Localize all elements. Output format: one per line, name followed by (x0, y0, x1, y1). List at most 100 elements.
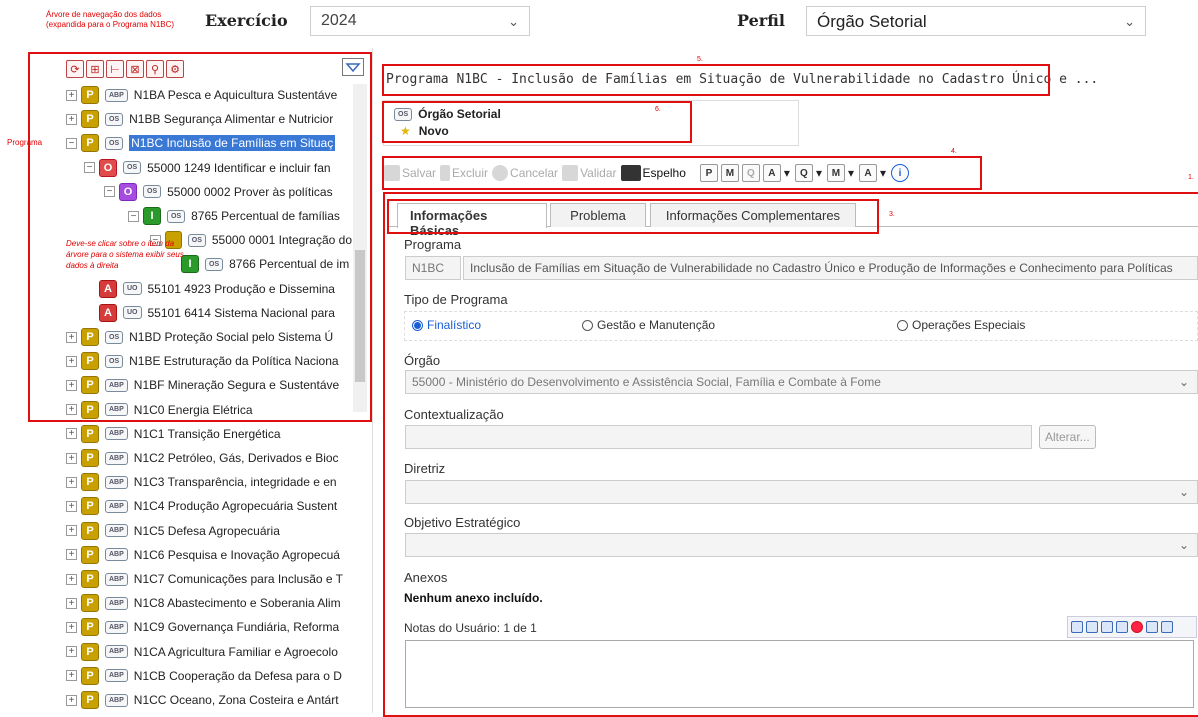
alterar-button[interactable]: Alterar... (1039, 425, 1096, 449)
mini-q2-button[interactable]: Q (794, 164, 813, 182)
tree-item-label[interactable]: 55000 0002 Prover às políticas (167, 185, 332, 199)
tree-item[interactable]: I OS 8766 Percentual de im (166, 253, 352, 275)
diretriz-select[interactable]: ⌄ (405, 480, 1198, 504)
tree-item-label[interactable]: N1BA Pesca e Aquicultura Sustentáve (134, 88, 337, 102)
tree-item-label[interactable]: N1C3 Transparência, integridade e en (134, 475, 337, 489)
tree-item[interactable]: + P ABP N1BA Pesca e Aquicultura Sustentáve (66, 84, 352, 106)
contextualizacao-field[interactable] (405, 425, 1032, 449)
radio-finalistico[interactable]: Finalístico (412, 318, 481, 332)
tree-item[interactable]: + P ABP N1C0 Energia Elétrica (66, 399, 352, 421)
tree-scrollbar-thumb[interactable] (355, 250, 365, 382)
tab-informacoes-basicas[interactable]: Informações Básicas (397, 203, 547, 238)
tab-informacoes-complementares[interactable]: Informações Complementares (650, 203, 856, 227)
tree-item-label[interactable]: N1C6 Pesquisa e Inovação Agropecuá (134, 548, 340, 562)
tree-item[interactable]: + P OS N1BE Estruturação da Política Nacion… (66, 350, 352, 372)
tree-item[interactable]: + P ABP N1BF Mineração Segura e Sustentáve (66, 374, 352, 396)
tree-item-label[interactable]: N1CA Agricultura Familiar e Agroecolo (134, 645, 338, 659)
tree-item[interactable]: + P OS N1BB Segurança Alimentar e Nutricior (66, 108, 352, 130)
expand-icon[interactable]: + (66, 525, 77, 537)
tree-item-label[interactable]: N1C5 Defesa Agropecuária (134, 524, 280, 538)
expand-icon[interactable]: + (66, 646, 77, 658)
programa-code-field[interactable]: N1BC (405, 256, 461, 280)
expand-icon[interactable]: + (66, 573, 77, 585)
tree-item-label[interactable]: N1C4 Produção Agropecuária Sustent (134, 499, 337, 513)
tree-item-label[interactable]: N1BD Proteção Social pelo Sistema Ú (129, 330, 333, 344)
refresh-icon[interactable]: ⟳ (66, 60, 84, 78)
collapse-icon[interactable]: − (84, 162, 95, 174)
collapse-icon[interactable]: − (66, 137, 77, 149)
expand-icon[interactable]: + (66, 694, 77, 706)
tree-item[interactable]: − O OS 55000 0002 Prover às políticas (104, 181, 352, 203)
tree-item-label[interactable]: N1BF Mineração Segura e Sustentáve (134, 378, 339, 392)
expand-icon[interactable]: + (66, 331, 77, 343)
tree-item-label[interactable]: N1BC Inclusão de Famílias em Situaç (129, 135, 336, 152)
tree-item[interactable]: + P ABP N1C6 Pesquisa e Inovação Agropecuá (66, 544, 352, 566)
radio-gestao-manutencao[interactable]: Gestão e Manutenção (582, 318, 715, 332)
excluir-button[interactable]: Excluir (440, 165, 488, 181)
tree-item-label[interactable]: 8765 Percentual de famílias (191, 209, 340, 223)
search-icon[interactable]: ⚲ (146, 60, 164, 78)
expand-icon[interactable]: + (66, 355, 77, 367)
tree-item[interactable]: + P ABP N1C9 Governança Fundiária, Reforma (66, 616, 352, 638)
tree-item[interactable]: + P ABP N1C3 Transparência, integridade e e… (66, 471, 352, 493)
tree-item-label[interactable]: N1C2 Petróleo, Gás, Derivados e Bioc (134, 451, 339, 465)
tree-item[interactable]: + P ABP N1C1 Transição Energética (66, 423, 352, 445)
perfil-select[interactable]: Órgão Setorial ⌄ (806, 6, 1146, 36)
validar-button[interactable]: Validar (562, 165, 617, 181)
tree-item[interactable]: − O OS 55000 1249 Identificar e incluir fan (84, 157, 352, 179)
gear-icon[interactable]: ⚙ (166, 60, 184, 78)
expand-icon[interactable]: + (66, 549, 77, 561)
tree-item-label[interactable]: N1C7 Comunicações para Inclusão e T (134, 572, 343, 586)
filter-icon[interactable]: ⊠ (126, 60, 144, 78)
tree-item[interactable]: + P OS N1BD Proteção Social pelo Sistema Ú (66, 326, 352, 348)
expand-icon[interactable]: + (66, 670, 77, 682)
hierarchy-icon[interactable]: ⊞ (86, 60, 104, 78)
tree-item-label[interactable]: 55101 4923 Produção e Dissemina (148, 282, 335, 296)
mini-m2-button[interactable]: M (826, 164, 845, 182)
cancelar-button[interactable]: Cancelar (492, 165, 558, 181)
programa-name-field[interactable]: Inclusão de Famílias em Situação de Vuln… (463, 256, 1198, 280)
collapse-icon[interactable]: − (128, 210, 139, 222)
prev-icon[interactable] (1086, 621, 1098, 633)
objetivo-estrategico-select[interactable]: ⌄ (405, 533, 1198, 557)
tree-item-label[interactable]: 55000 1249 Identificar e incluir fan (147, 161, 330, 175)
tree-item[interactable]: + P ABP N1CB Cooperação da Defesa para o D (66, 665, 352, 687)
expand-icon[interactable]: + (66, 597, 77, 609)
info-icon[interactable]: i (891, 164, 910, 182)
last-icon[interactable] (1161, 621, 1173, 633)
tree-item-label[interactable]: N1C9 Governança Fundiária, Reforma (134, 620, 339, 634)
next-icon[interactable] (1146, 621, 1158, 633)
tree-item-label[interactable]: N1CB Cooperação da Defesa para o D (134, 669, 342, 683)
tree-icon[interactable]: ⊢ (106, 60, 124, 78)
tree-item[interactable]: + P ABP N1CA Agricultura Familiar e Agroeco… (66, 641, 352, 663)
tab-problema[interactable]: Problema (550, 203, 646, 227)
tree-item-label[interactable]: N1C8 Abastecimento e Soberania Alim (134, 596, 341, 610)
expand-icon[interactable]: + (66, 89, 77, 101)
tree-item[interactable]: + P ABP N1C4 Produção Agropecuária Sustent (66, 495, 352, 517)
mini-a2-button[interactable]: A (859, 164, 877, 182)
expand-icon[interactable]: + (66, 452, 77, 464)
espelho-button[interactable]: Espelho (620, 165, 686, 181)
first-icon[interactable] (1071, 621, 1083, 633)
tree-item-label[interactable]: N1BE Estruturação da Política Naciona (129, 354, 338, 368)
tree-item-label[interactable]: 55000 0001 Integração do (212, 233, 352, 247)
tree-item[interactable]: A UO 55101 4923 Produção e Dissemina (84, 278, 352, 300)
tree-item-label[interactable]: N1C1 Transição Energética (134, 427, 281, 441)
mini-q-button[interactable]: Q (741, 164, 760, 182)
expand-icon[interactable]: + (66, 476, 77, 488)
tree-item-label[interactable]: N1BB Segurança Alimentar e Nutricior (129, 112, 333, 126)
tree-menu-button[interactable] (342, 58, 364, 76)
tree-item[interactable]: + P ABP N1C2 Petróleo, Gás, Derivados e Bio… (66, 447, 352, 469)
delete-note-icon[interactable] (1131, 621, 1143, 633)
mini-m-button[interactable]: M (720, 164, 739, 182)
tree-item[interactable]: A UO 55101 6414 Sistema Nacional para (84, 302, 352, 324)
expand-icon[interactable]: + (66, 621, 77, 633)
tree-item-label[interactable]: 8766 Percentual de im (229, 257, 349, 271)
add-note-icon[interactable] (1116, 621, 1128, 633)
expand-icon[interactable]: + (66, 428, 77, 440)
collapse-icon[interactable]: − (104, 186, 115, 198)
tree-item[interactable]: + P ABP N1C5 Defesa Agropecuária (66, 520, 352, 542)
expand-icon[interactable]: + (66, 500, 77, 512)
orgao-select[interactable]: 55000 - Ministério do Desenvolvimento e … (405, 370, 1198, 394)
salvar-button[interactable]: Salvar (384, 165, 436, 181)
